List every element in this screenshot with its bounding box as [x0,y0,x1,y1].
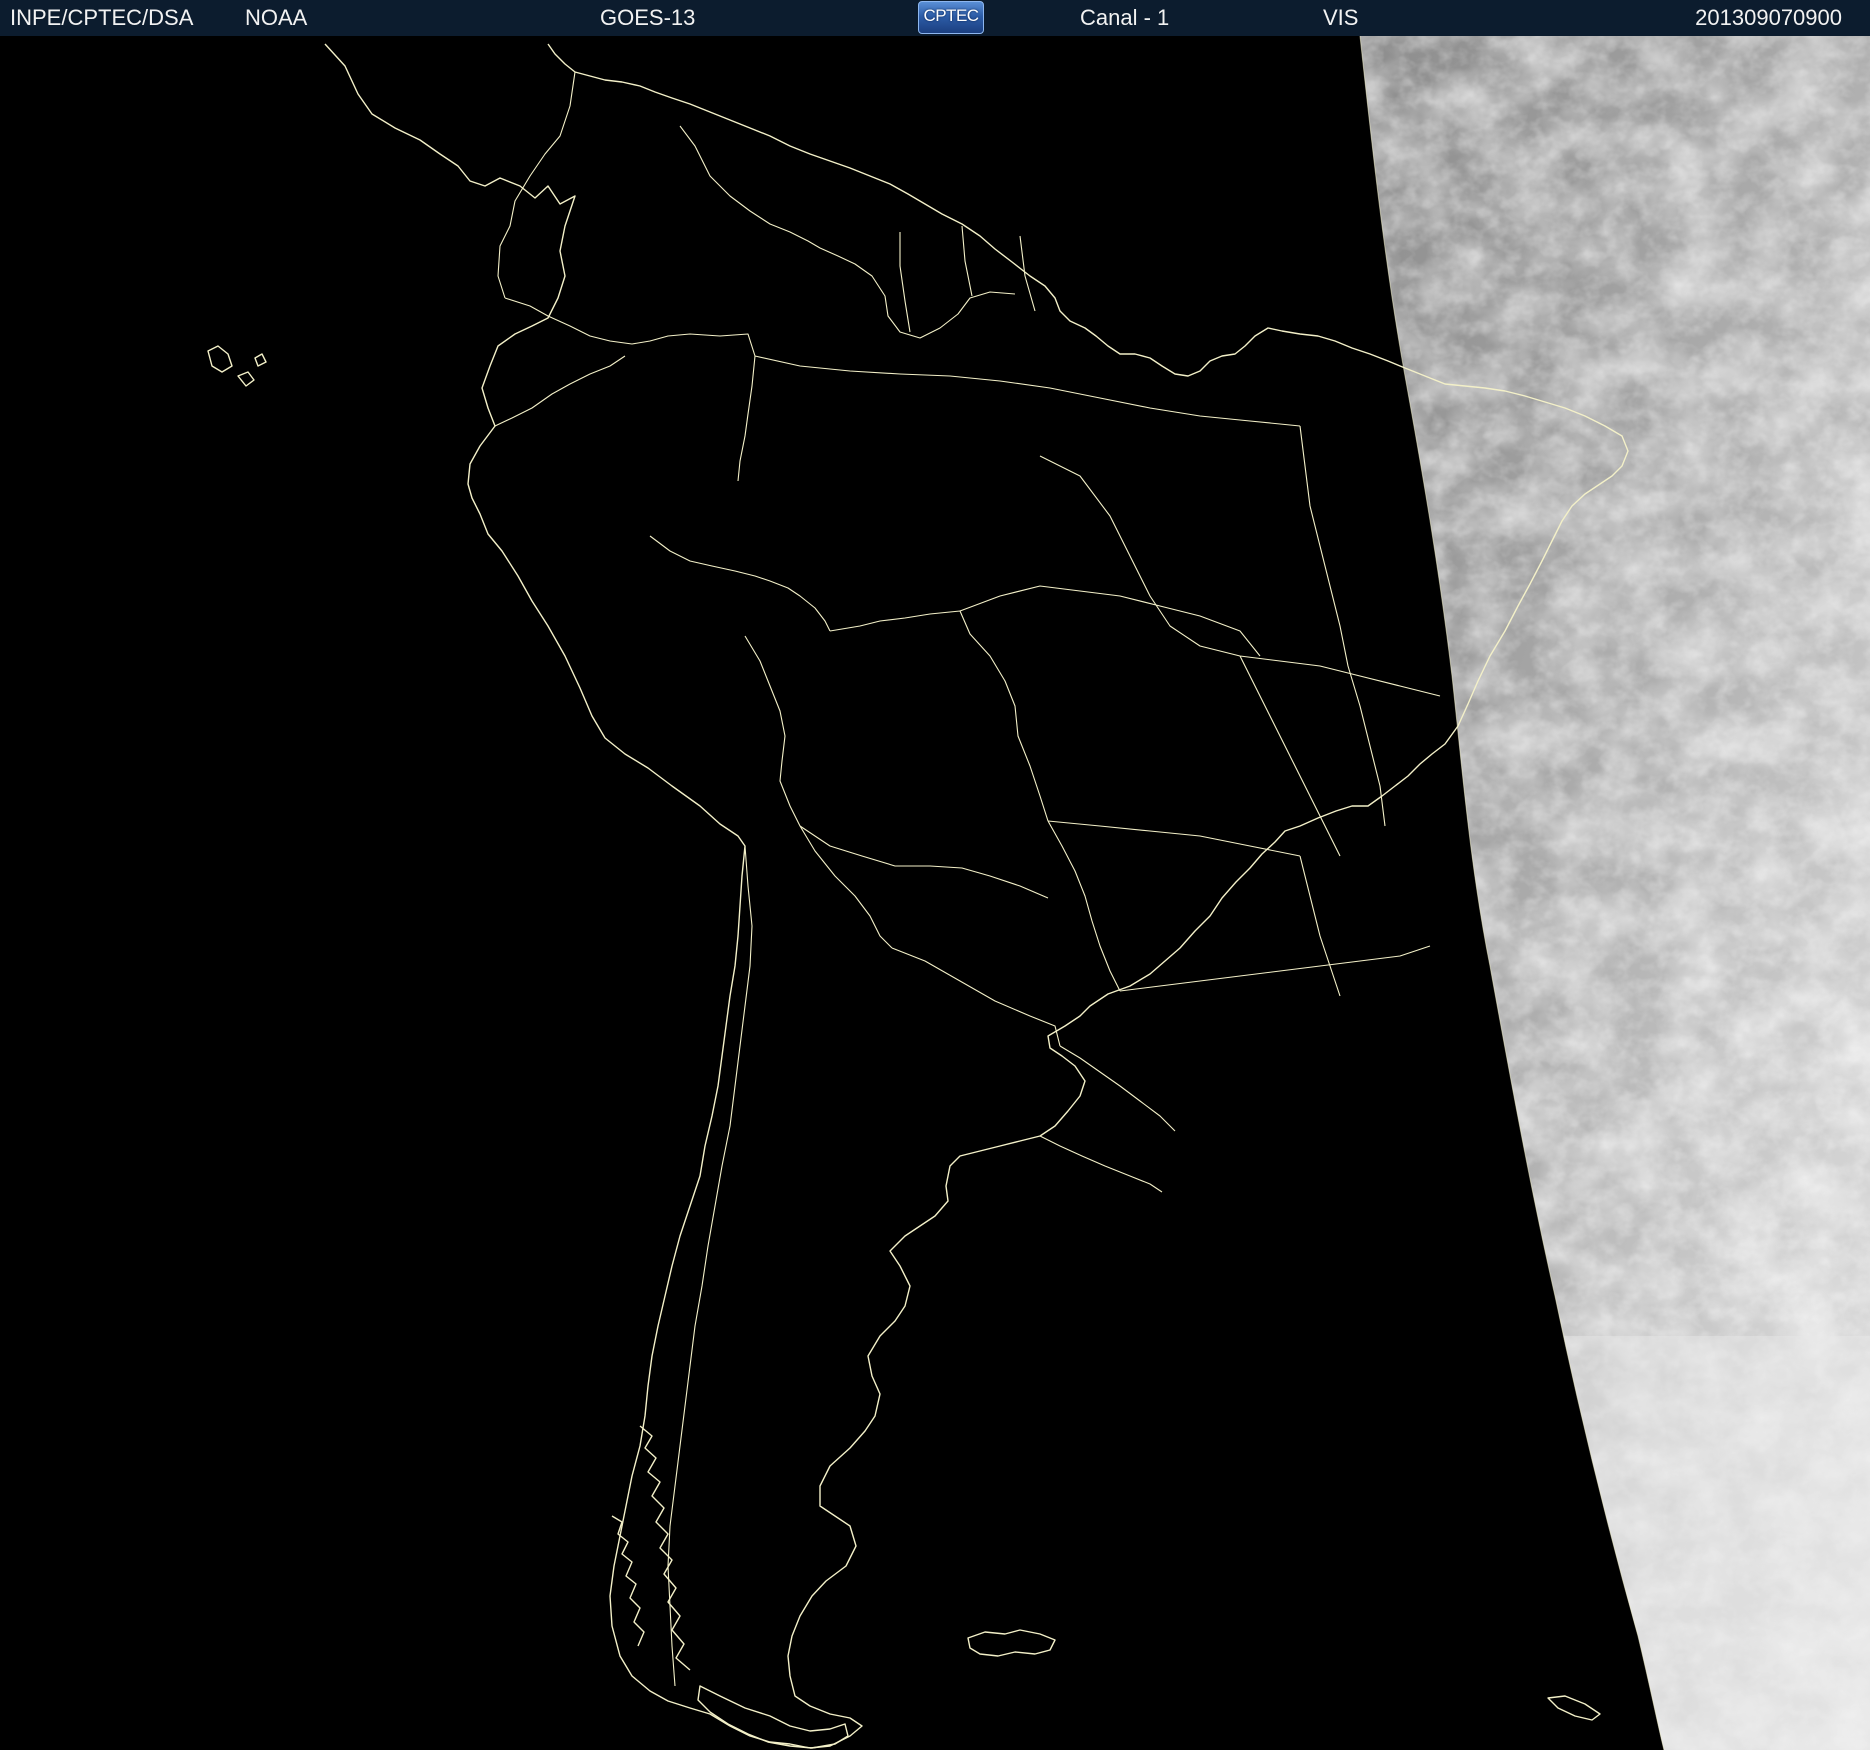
border-colombia-brazil [504,297,756,482]
tierra-del-fuego [697,1685,849,1749]
timestamp-label: 201309070900 [1695,5,1842,30]
border-venezuela-brazil [679,125,1016,339]
chile-archipelago [639,1425,691,1671]
border-guianas [899,225,1036,333]
image-header-bar: INPE/CPTEC/DSA NOAA GOES-13 CPTEC Canal … [0,0,1870,37]
galapagos-islands [207,345,267,387]
border-brazil-states-mid [1039,455,1441,697]
channel-label: Canal - 1 [1080,5,1170,30]
border-brazil-goias [1299,855,1341,997]
border-brazil-mato-grosso [1047,820,1301,857]
chile-islands [611,1515,645,1647]
band-label: VIS [1323,5,1359,30]
border-argentina-brazil [1059,1045,1176,1132]
border-bolivia-paraguay [799,825,1049,899]
border-argentina-paraguay [891,947,1061,1047]
falkland-islands [967,1629,1056,1657]
logo-text: CPTEC [923,6,979,25]
border-brazil-states-west [959,585,1261,657]
border-brazil-states-east [1299,425,1386,827]
border-bolivia-brazil [829,610,1049,822]
border-colombia-venezuela [497,71,576,299]
country-borders [494,71,1441,1687]
daylight-imagery [1360,36,1870,1750]
source-label: INPE/CPTEC/DSA [10,5,194,30]
south-georgia [1547,1695,1601,1721]
border-chile-argentina [667,845,753,1687]
border-brazil-minas [1239,655,1341,857]
border-argentina-bolivia [799,825,893,949]
border-peru-ecuador [494,355,626,427]
border-uruguay [1039,1135,1163,1193]
border-brazil-states-south [1119,945,1431,992]
satellite-label: GOES-13 [600,5,696,30]
satellite-image-viewer: INPE/CPTEC/DSA NOAA GOES-13 CPTEC Canal … [0,0,1870,1750]
border-bolivia-peru [744,635,801,827]
cptec-logo: CPTEC [918,1,984,34]
agency-label: NOAA [245,5,308,30]
border-paraguay-brazil [1047,820,1121,992]
satellite-map [0,36,1870,1750]
border-brazil-states-north [754,355,1301,427]
map-canvas [207,36,1870,1750]
border-peru-brazil [649,535,831,632]
